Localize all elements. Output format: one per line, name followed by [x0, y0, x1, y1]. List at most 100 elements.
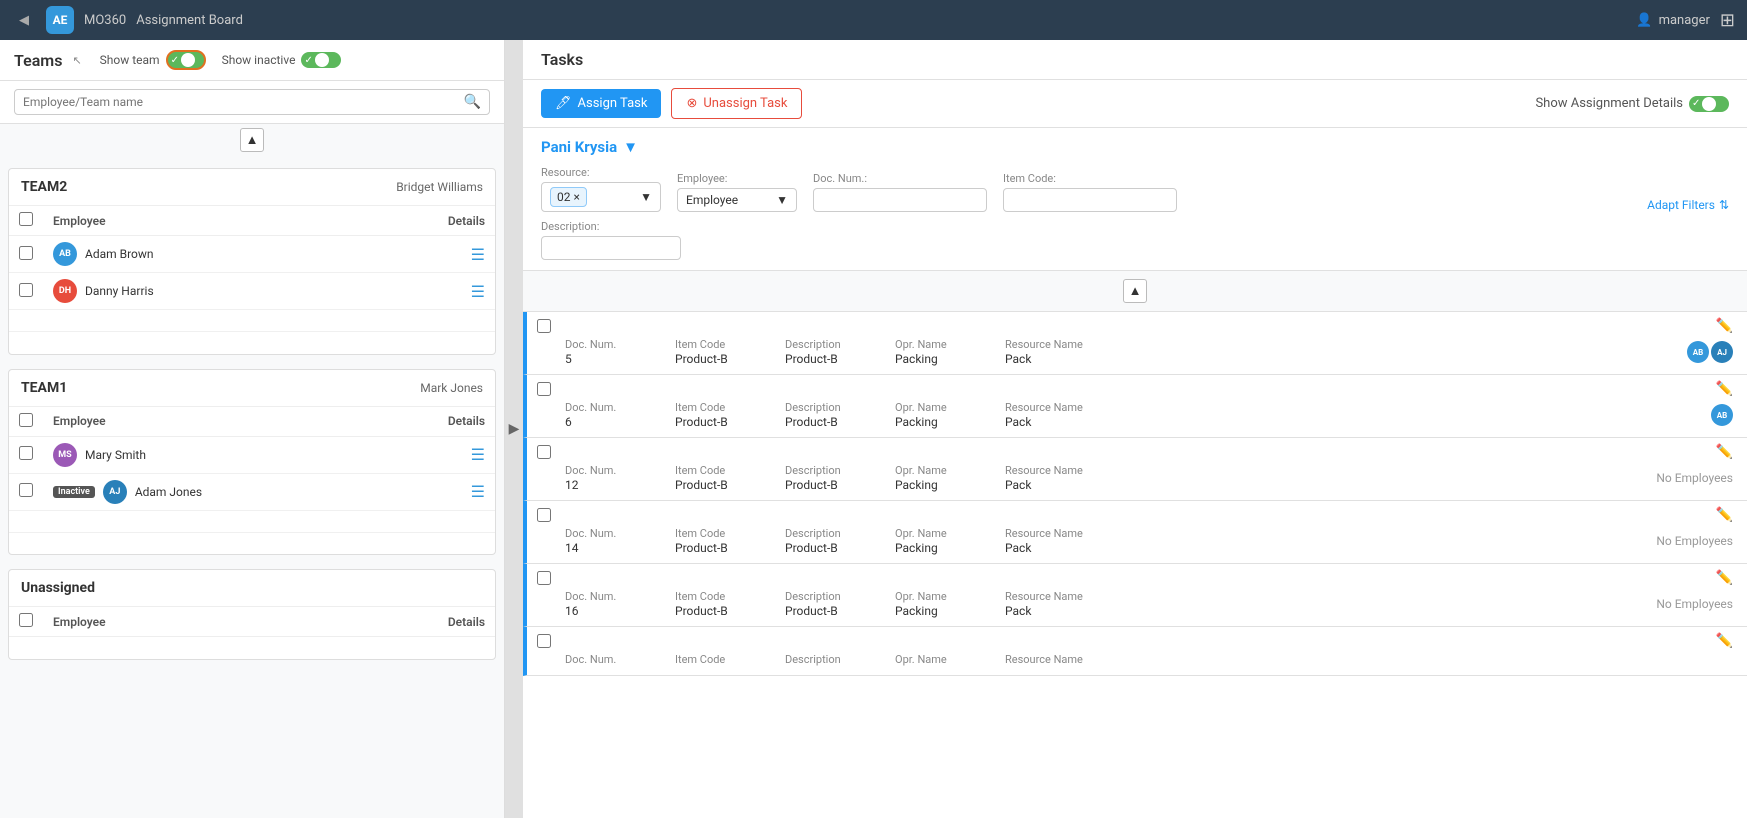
- table-row: DH Danny Harris ☰: [9, 273, 495, 310]
- adam-brown-checkbox[interactable]: [19, 246, 33, 260]
- task5-edit-icon[interactable]: ✏️: [1716, 318, 1733, 334]
- employee-select-value: Employee: [686, 193, 738, 207]
- team1-card: TEAM1 Mark Jones Employee Details: [8, 369, 496, 556]
- task5-checkbox[interactable]: [537, 319, 551, 333]
- team1-leader: Mark Jones: [420, 381, 483, 395]
- show-assignment-toggle[interactable]: ✓: [1689, 96, 1729, 112]
- show-inactive-group: Show inactive ✓: [222, 52, 342, 68]
- avatar-dh: DH: [53, 279, 77, 303]
- team1-col-details: Details: [381, 407, 495, 437]
- description-input[interactable]: [541, 236, 681, 260]
- adam-jones-checkbox[interactable]: [19, 483, 33, 497]
- unassigned-col-details: Details: [296, 607, 495, 637]
- task6-avatar-ab: AB: [1711, 404, 1733, 426]
- adam-brown-row: AB Adam Brown: [53, 242, 340, 266]
- unassigned-select-all[interactable]: [19, 613, 33, 627]
- task6-checkbox[interactable]: [537, 382, 551, 396]
- danny-harris-details-icon[interactable]: ☰: [471, 282, 485, 301]
- table-row: Inactive AJ Adam Jones ☰: [9, 473, 495, 510]
- panel-collapse-btn[interactable]: ▶: [505, 40, 523, 818]
- user-info: 👤 manager: [1636, 13, 1710, 28]
- collapse-right-btn[interactable]: ▲: [1123, 279, 1147, 303]
- task-row-12: ✏️ Doc. Num. 12 Item Code Product-B Desc…: [523, 438, 1747, 501]
- avatar-aj: AJ: [103, 480, 127, 504]
- task-empty-opr-col: Opr. Name: [895, 653, 1005, 667]
- show-assignment-details-label: Show Assignment Details: [1535, 96, 1683, 111]
- task-empty-desc-col: Description: [785, 653, 895, 667]
- team1-name: TEAM1: [21, 380, 67, 396]
- task-row-14: ✏️ Doc. Num. 14 Item Code Product-B Desc…: [523, 501, 1747, 564]
- table-row: [9, 310, 495, 332]
- doc-num-input[interactable]: [813, 188, 987, 212]
- task5-res-col: Resource Name Pack: [1005, 338, 1115, 366]
- person-name-text: Pani Krysia: [541, 138, 617, 156]
- resource-select[interactable]: 02 × ▼: [541, 182, 661, 212]
- assign-icon: 🖊: [555, 96, 572, 111]
- task6-edit-icon[interactable]: ✏️: [1716, 381, 1733, 397]
- task5-avatars: AB AJ: [1687, 341, 1733, 363]
- team2-name: TEAM2: [21, 179, 67, 195]
- left-panel: Teams ↖ Show team ✓ Show inactive ✓: [0, 40, 505, 818]
- team2-select-all[interactable]: [19, 212, 33, 226]
- doc-num-filter-group: Doc. Num.:: [813, 172, 987, 212]
- left-header: Teams ↖ Show team ✓ Show inactive ✓: [0, 40, 504, 81]
- task14-edit-icon[interactable]: ✏️: [1716, 507, 1733, 523]
- show-inactive-label: Show inactive: [222, 53, 296, 67]
- mary-smith-details-icon[interactable]: ☰: [471, 445, 485, 464]
- item-code-input[interactable]: [1003, 188, 1177, 212]
- task6-doc-col: Doc. Num. 6: [565, 401, 675, 429]
- show-team-toggle[interactable]: ✓: [166, 50, 206, 70]
- task6-res-col: Resource Name Pack: [1005, 401, 1115, 429]
- adam-brown-details-icon[interactable]: ☰: [471, 245, 485, 264]
- task6-opr-col: Opr. Name Packing: [895, 401, 1005, 429]
- table-row: AB Adam Brown ☰: [9, 236, 495, 273]
- task12-no-employees: No Employees: [1656, 471, 1733, 485]
- inactive-badge: Inactive: [53, 486, 95, 498]
- team2-leader: Bridget Williams: [396, 180, 483, 194]
- table-row: MS Mary Smith ☰: [9, 436, 495, 473]
- task12-edit-icon[interactable]: ✏️: [1716, 444, 1733, 460]
- table-row: [9, 532, 495, 554]
- task16-edit-icon[interactable]: ✏️: [1716, 570, 1733, 586]
- adam-jones-details-icon[interactable]: ☰: [471, 482, 485, 501]
- team2-col-details: Details: [350, 206, 495, 236]
- show-assignment-details-group: Show Assignment Details ✓: [1535, 96, 1729, 112]
- unassigned-header: Unassigned: [9, 570, 495, 607]
- back-button[interactable]: ◀: [12, 8, 36, 32]
- task14-desc-col: Description Product-B: [785, 527, 895, 555]
- task14-checkbox[interactable]: [537, 508, 551, 522]
- assign-task-label: Assign Task: [578, 96, 648, 111]
- table-row: [9, 637, 495, 659]
- grid-icon[interactable]: ⊞: [1720, 10, 1735, 31]
- task12-checkbox[interactable]: [537, 445, 551, 459]
- task5-avatar-aj: AJ: [1711, 341, 1733, 363]
- task-empty-checkbox[interactable]: [537, 634, 551, 648]
- resource-chevron: ▼: [640, 190, 652, 204]
- danny-harris-checkbox[interactable]: [19, 283, 33, 297]
- task6-desc-col: Description Product-B: [785, 401, 895, 429]
- task-row-16: ✏️ Doc. Num. 16 Item Code Product-B Desc…: [523, 564, 1747, 627]
- unassigned-col-employee: Employee: [43, 607, 296, 637]
- mary-smith-checkbox[interactable]: [19, 446, 33, 460]
- unassigned-card: Unassigned Employee Details: [8, 569, 496, 660]
- task12-opr-col: Opr. Name Packing: [895, 464, 1005, 492]
- collapse-left-btn[interactable]: ▲: [240, 128, 264, 152]
- adapt-filters-label: Adapt Filters: [1647, 198, 1715, 212]
- unassigned-name: Unassigned: [21, 580, 95, 596]
- task-row-empty: ✏️ Doc. Num. Item Code Description: [523, 627, 1747, 676]
- person-name[interactable]: Pani Krysia ▼: [541, 138, 1729, 156]
- search-icon[interactable]: 🔍: [464, 94, 481, 110]
- adapt-filters-btn[interactable]: Adapt Filters ⇅: [1647, 198, 1729, 212]
- show-inactive-toggle[interactable]: ✓: [301, 52, 341, 68]
- team1-select-all[interactable]: [19, 413, 33, 427]
- unassign-task-button[interactable]: ⊗ Unassign Task: [671, 88, 802, 119]
- assign-task-button[interactable]: 🖊 Assign Task: [541, 89, 661, 118]
- task-empty-doc-col: Doc. Num.: [565, 653, 675, 667]
- task16-checkbox[interactable]: [537, 571, 551, 585]
- left-content: TEAM2 Bridget Williams Employee Details: [0, 160, 504, 818]
- task6-avatars: AB: [1711, 404, 1733, 426]
- search-input[interactable]: [23, 95, 464, 109]
- task-empty-edit-icon[interactable]: ✏️: [1716, 633, 1733, 649]
- teams-title[interactable]: Teams: [14, 51, 62, 70]
- employee-select[interactable]: Employee ▼: [677, 188, 797, 212]
